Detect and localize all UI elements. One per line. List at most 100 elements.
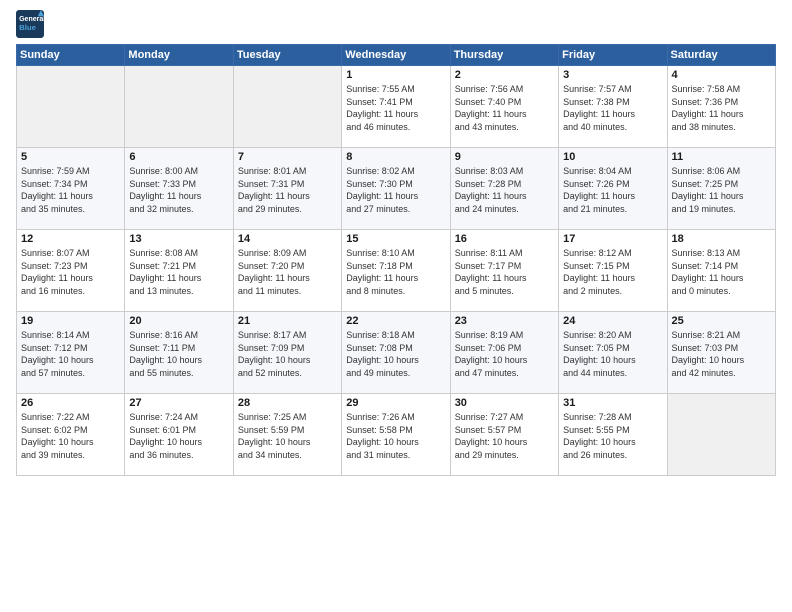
- day-cell: 11 Sunrise: 8:06 AM Sunset: 7:25 PM Dayli…: [667, 148, 775, 230]
- day-cell: 24 Sunrise: 8:20 AM Sunset: 7:05 PM Dayli…: [559, 312, 667, 394]
- day-cell: 30 Sunrise: 7:27 AM Sunset: 5:57 PM Dayli…: [450, 394, 558, 476]
- day-number: 21: [238, 315, 337, 327]
- day-number: 22: [346, 315, 445, 327]
- day-cell: 13 Sunrise: 8:08 AM Sunset: 7:21 PM Dayli…: [125, 230, 233, 312]
- header: General Blue: [16, 10, 776, 38]
- day-number: 31: [563, 397, 662, 409]
- day-info: Sunrise: 8:09 AM Sunset: 7:20 PM Dayligh…: [238, 247, 337, 297]
- day-number: 19: [21, 315, 120, 327]
- day-number: 10: [563, 151, 662, 163]
- day-cell: 25 Sunrise: 8:21 AM Sunset: 7:03 PM Dayli…: [667, 312, 775, 394]
- weekday-header-row: SundayMondayTuesdayWednesdayThursdayFrid…: [17, 45, 776, 66]
- day-info: Sunrise: 8:19 AM Sunset: 7:06 PM Dayligh…: [455, 329, 554, 379]
- calendar-table: SundayMondayTuesdayWednesdayThursdayFrid…: [16, 44, 776, 476]
- day-info: Sunrise: 8:12 AM Sunset: 7:15 PM Dayligh…: [563, 247, 662, 297]
- day-cell: 1 Sunrise: 7:55 AM Sunset: 7:41 PM Daylig…: [342, 66, 450, 148]
- day-info: Sunrise: 7:28 AM Sunset: 5:55 PM Dayligh…: [563, 411, 662, 461]
- week-row-4: 19 Sunrise: 8:14 AM Sunset: 7:12 PM Dayli…: [17, 312, 776, 394]
- day-cell: 2 Sunrise: 7:56 AM Sunset: 7:40 PM Daylig…: [450, 66, 558, 148]
- day-info: Sunrise: 8:21 AM Sunset: 7:03 PM Dayligh…: [672, 329, 771, 379]
- day-info: Sunrise: 8:07 AM Sunset: 7:23 PM Dayligh…: [21, 247, 120, 297]
- day-number: 5: [21, 151, 120, 163]
- day-cell: 4 Sunrise: 7:58 AM Sunset: 7:36 PM Daylig…: [667, 66, 775, 148]
- day-number: 2: [455, 69, 554, 81]
- day-info: Sunrise: 8:14 AM Sunset: 7:12 PM Dayligh…: [21, 329, 120, 379]
- calendar-page: General Blue SundayMondayTuesdayWednesda…: [0, 0, 792, 612]
- day-info: Sunrise: 8:18 AM Sunset: 7:08 PM Dayligh…: [346, 329, 445, 379]
- day-number: 12: [21, 233, 120, 245]
- weekday-header-friday: Friday: [559, 45, 667, 66]
- day-cell: [17, 66, 125, 148]
- day-info: Sunrise: 8:17 AM Sunset: 7:09 PM Dayligh…: [238, 329, 337, 379]
- day-cell: 26 Sunrise: 7:22 AM Sunset: 6:02 PM Dayli…: [17, 394, 125, 476]
- day-number: 27: [129, 397, 228, 409]
- day-info: Sunrise: 8:06 AM Sunset: 7:25 PM Dayligh…: [672, 165, 771, 215]
- day-info: Sunrise: 8:00 AM Sunset: 7:33 PM Dayligh…: [129, 165, 228, 215]
- day-cell: 7 Sunrise: 8:01 AM Sunset: 7:31 PM Daylig…: [233, 148, 341, 230]
- day-info: Sunrise: 7:22 AM Sunset: 6:02 PM Dayligh…: [21, 411, 120, 461]
- day-number: 28: [238, 397, 337, 409]
- day-number: 17: [563, 233, 662, 245]
- day-cell: 6Sunrise: 8:00 AM Sunset: 7:33 PM Daylig…: [125, 148, 233, 230]
- day-number: 30: [455, 397, 554, 409]
- day-cell: 14 Sunrise: 8:09 AM Sunset: 7:20 PM Dayli…: [233, 230, 341, 312]
- weekday-header-monday: Monday: [125, 45, 233, 66]
- day-info: Sunrise: 8:01 AM Sunset: 7:31 PM Dayligh…: [238, 165, 337, 215]
- day-info: Sunrise: 8:11 AM Sunset: 7:17 PM Dayligh…: [455, 247, 554, 297]
- day-info: Sunrise: 7:26 AM Sunset: 5:58 PM Dayligh…: [346, 411, 445, 461]
- day-number: 25: [672, 315, 771, 327]
- logo: General Blue: [16, 10, 48, 38]
- day-info: Sunrise: 7:58 AM Sunset: 7:36 PM Dayligh…: [672, 83, 771, 133]
- day-info: Sunrise: 7:56 AM Sunset: 7:40 PM Dayligh…: [455, 83, 554, 133]
- day-number: 1: [346, 69, 445, 81]
- week-row-2: 5 Sunrise: 7:59 AM Sunset: 7:34 PM Daylig…: [17, 148, 776, 230]
- day-info: Sunrise: 8:08 AM Sunset: 7:21 PM Dayligh…: [129, 247, 228, 297]
- day-number: 29: [346, 397, 445, 409]
- day-number: 3: [563, 69, 662, 81]
- day-info: Sunrise: 8:04 AM Sunset: 7:26 PM Dayligh…: [563, 165, 662, 215]
- day-number: 24: [563, 315, 662, 327]
- day-cell: 31 Sunrise: 7:28 AM Sunset: 5:55 PM Dayli…: [559, 394, 667, 476]
- day-info: Sunrise: 8:16 AM Sunset: 7:11 PM Dayligh…: [129, 329, 228, 379]
- day-number: 20: [129, 315, 228, 327]
- day-cell: 3 Sunrise: 7:57 AM Sunset: 7:38 PM Daylig…: [559, 66, 667, 148]
- day-number: 11: [672, 151, 771, 163]
- week-row-1: 1 Sunrise: 7:55 AM Sunset: 7:41 PM Daylig…: [17, 66, 776, 148]
- day-info: Sunrise: 7:57 AM Sunset: 7:38 PM Dayligh…: [563, 83, 662, 133]
- day-cell: 19 Sunrise: 8:14 AM Sunset: 7:12 PM Dayli…: [17, 312, 125, 394]
- day-cell: [233, 66, 341, 148]
- day-number: 26: [21, 397, 120, 409]
- day-info: Sunrise: 8:20 AM Sunset: 7:05 PM Dayligh…: [563, 329, 662, 379]
- day-number: 7: [238, 151, 337, 163]
- day-cell: 29 Sunrise: 7:26 AM Sunset: 5:58 PM Dayli…: [342, 394, 450, 476]
- day-number: 18: [672, 233, 771, 245]
- day-cell: 18 Sunrise: 8:13 AM Sunset: 7:14 PM Dayli…: [667, 230, 775, 312]
- day-number: 16: [455, 233, 554, 245]
- day-cell: 15Sunrise: 8:10 AM Sunset: 7:18 PM Dayli…: [342, 230, 450, 312]
- logo-icon: General Blue: [16, 10, 44, 38]
- weekday-header-sunday: Sunday: [17, 45, 125, 66]
- svg-text:Blue: Blue: [19, 23, 37, 32]
- weekday-header-saturday: Saturday: [667, 45, 775, 66]
- day-info: Sunrise: 8:02 AM Sunset: 7:30 PM Dayligh…: [346, 165, 445, 215]
- day-info: Sunrise: 7:55 AM Sunset: 7:41 PM Dayligh…: [346, 83, 445, 133]
- day-cell: 10 Sunrise: 8:04 AM Sunset: 7:26 PM Dayli…: [559, 148, 667, 230]
- day-cell: 22 Sunrise: 8:18 AM Sunset: 7:08 PM Dayli…: [342, 312, 450, 394]
- day-cell: 27 Sunrise: 7:24 AM Sunset: 6:01 PM Dayli…: [125, 394, 233, 476]
- day-cell: 16 Sunrise: 8:11 AM Sunset: 7:17 PM Dayli…: [450, 230, 558, 312]
- day-info: Sunrise: 7:27 AM Sunset: 5:57 PM Dayligh…: [455, 411, 554, 461]
- day-cell: 8 Sunrise: 8:02 AM Sunset: 7:30 PM Daylig…: [342, 148, 450, 230]
- day-cell: 9Sunrise: 8:03 AM Sunset: 7:28 PM Daylig…: [450, 148, 558, 230]
- day-number: 4: [672, 69, 771, 81]
- day-cell: 23Sunrise: 8:19 AM Sunset: 7:06 PM Dayli…: [450, 312, 558, 394]
- day-info: Sunrise: 8:13 AM Sunset: 7:14 PM Dayligh…: [672, 247, 771, 297]
- day-cell: 17 Sunrise: 8:12 AM Sunset: 7:15 PM Dayli…: [559, 230, 667, 312]
- day-info: Sunrise: 7:24 AM Sunset: 6:01 PM Dayligh…: [129, 411, 228, 461]
- day-cell: 28Sunrise: 7:25 AM Sunset: 5:59 PM Dayli…: [233, 394, 341, 476]
- day-number: 8: [346, 151, 445, 163]
- day-info: Sunrise: 7:59 AM Sunset: 7:34 PM Dayligh…: [21, 165, 120, 215]
- day-number: 15: [346, 233, 445, 245]
- day-number: 13: [129, 233, 228, 245]
- day-info: Sunrise: 8:03 AM Sunset: 7:28 PM Dayligh…: [455, 165, 554, 215]
- day-number: 14: [238, 233, 337, 245]
